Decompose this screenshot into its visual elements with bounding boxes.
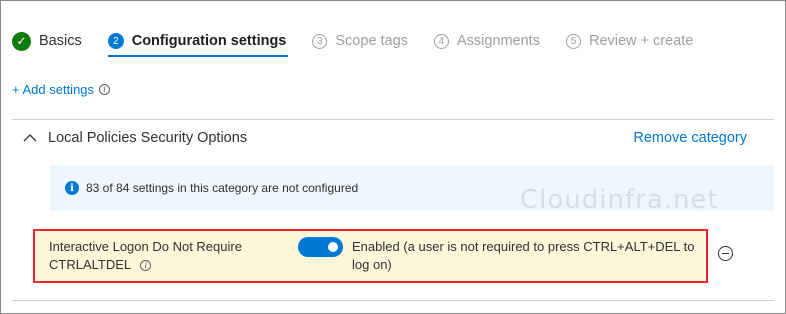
step-configuration-settings[interactable]: 2 Configuration settings [107, 33, 289, 57]
setting-row: Interactive Logon Do Not Require CTRLALT… [33, 229, 708, 283]
chevron-up-icon[interactable] [22, 132, 38, 144]
add-settings-label: + Add settings [12, 82, 95, 97]
step-basics[interactable]: ✓ Basics [12, 31, 82, 51]
add-settings-link[interactable]: + Add settings i [12, 82, 111, 97]
step-label: Review + create [588, 33, 694, 49]
info-icon[interactable]: i [99, 84, 111, 95]
info-icon[interactable]: i [140, 260, 152, 272]
step-label: Scope tags [335, 33, 408, 49]
step-label: Basics [39, 33, 82, 49]
step-review-create[interactable]: 5 Review + create [565, 33, 694, 49]
step-number: 2 [107, 33, 124, 49]
step-number: 4 [433, 33, 449, 49]
divider [12, 119, 774, 120]
checkmark-icon: ✓ [12, 31, 31, 51]
step-label: Configuration settings [131, 33, 287, 49]
remove-category-button[interactable]: Remove category [633, 130, 747, 146]
wizard-steps: ✓ Basics 2 Configuration settings 3 Scop… [12, 27, 719, 57]
category-header: Local Policies Security Options Remove c… [22, 128, 747, 148]
step-label: Assignments [456, 33, 540, 49]
step-number: 3 [312, 33, 328, 49]
info-icon: i [65, 181, 79, 195]
category-title: Local Policies Security Options [48, 130, 248, 146]
step-number: 5 [565, 33, 581, 49]
enabled-toggle[interactable] [298, 237, 343, 257]
info-notice: i 83 of 84 settings in this category are… [50, 165, 774, 211]
setting-name: Interactive Logon Do Not Require CTRLALT… [49, 238, 279, 274]
divider [12, 300, 774, 301]
remove-setting-icon[interactable] [718, 246, 733, 261]
toggle-knob [328, 242, 338, 252]
notice-text: 83 of 84 settings in this category are n… [86, 181, 359, 195]
step-scope-tags[interactable]: 3 Scope tags [312, 33, 408, 49]
step-assignments[interactable]: 4 Assignments [433, 33, 540, 49]
setting-value: Enabled (a user is not required to press… [352, 239, 695, 272]
